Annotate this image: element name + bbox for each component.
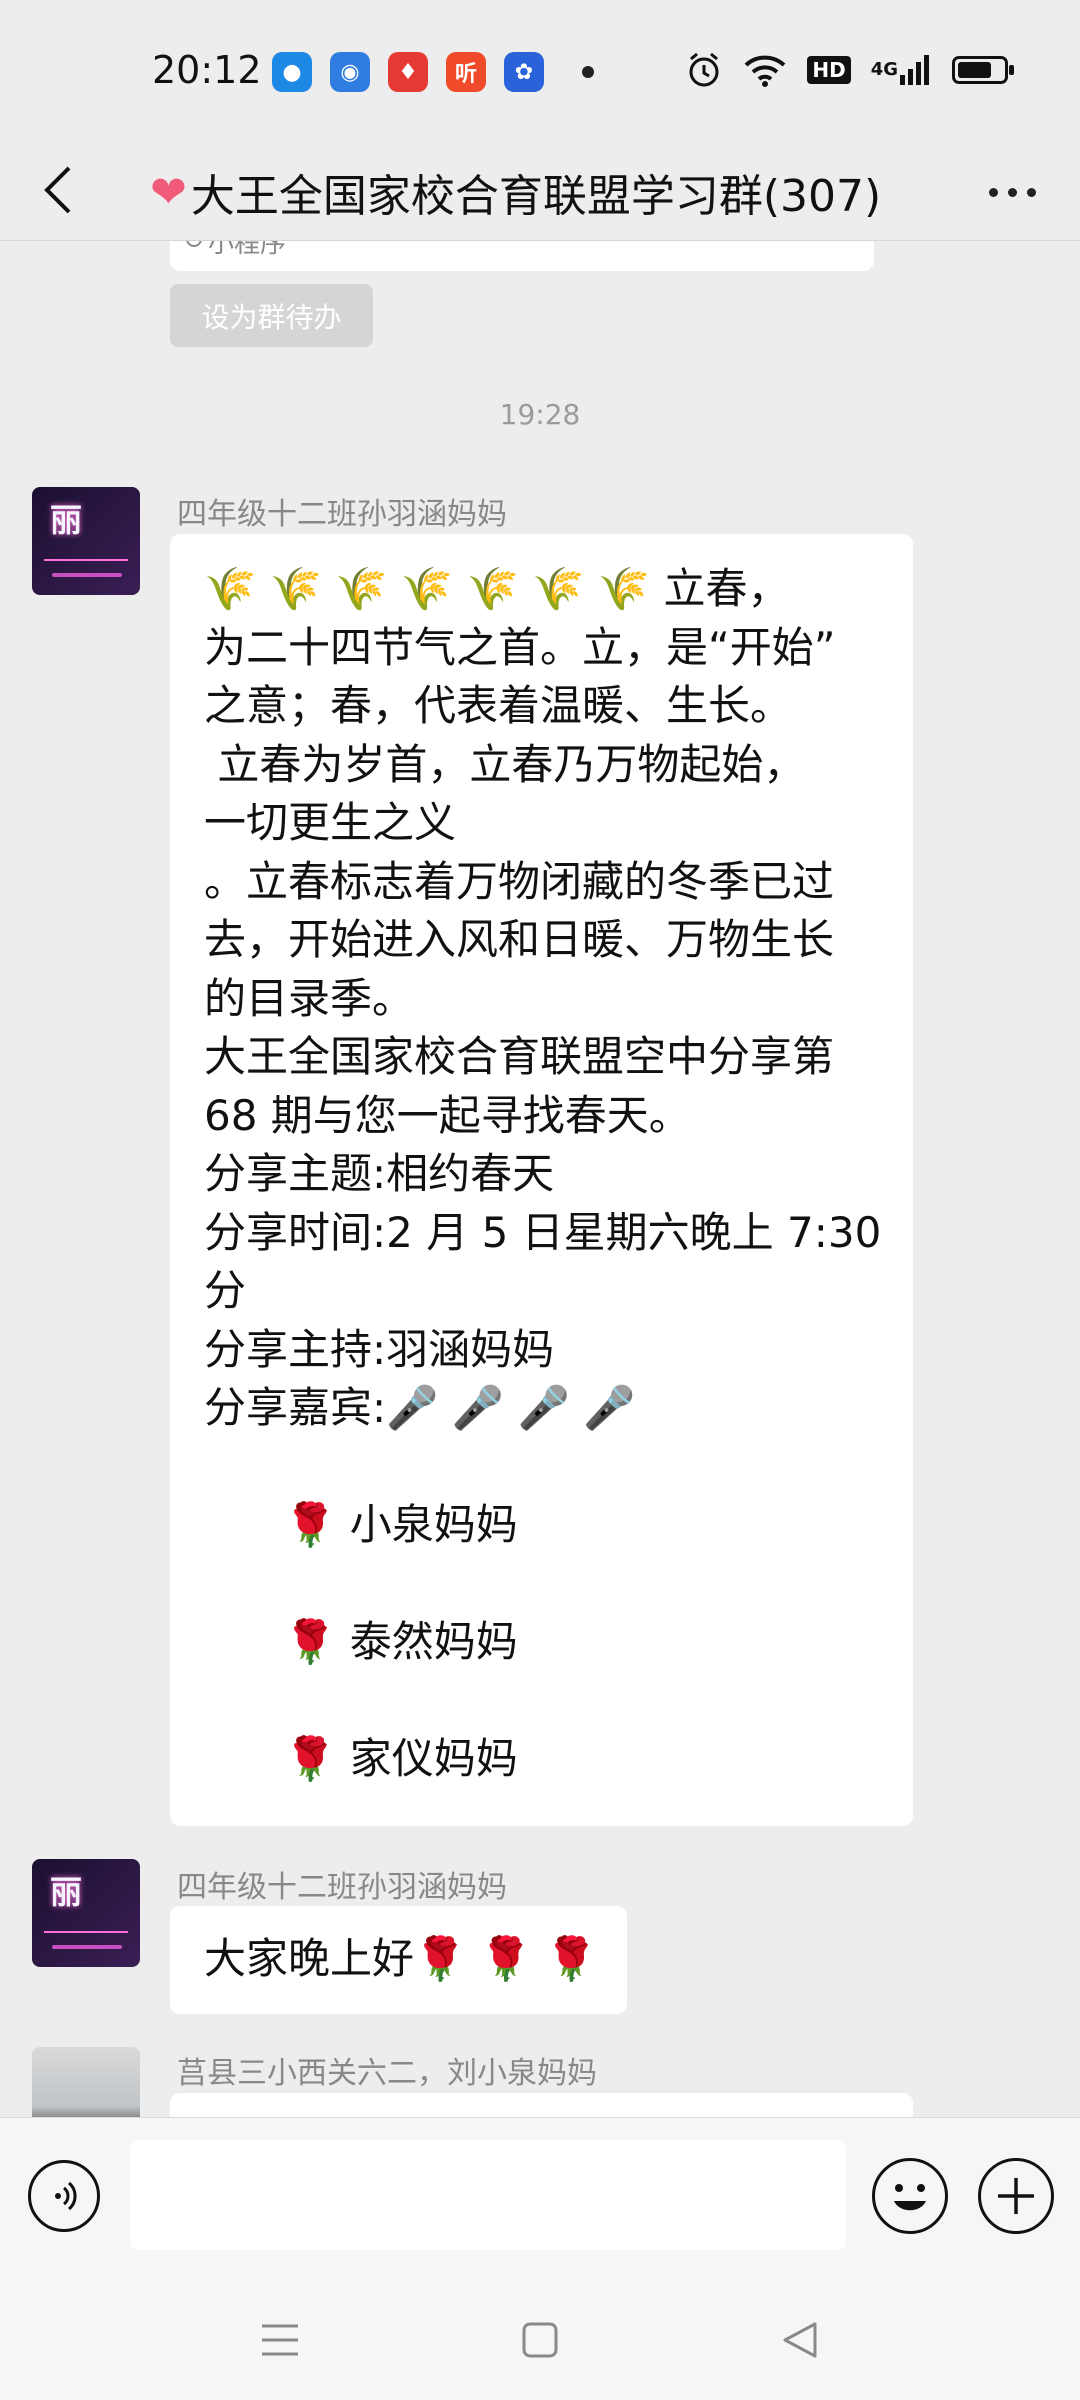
message-text: 大家晚上好🌹 🌹 🌹	[204, 1930, 598, 1989]
avatar-text: 丽	[50, 1873, 83, 1911]
status-bar: 20:12 ● ◉ ♦ 听 ✿ HD 4G	[0, 0, 1080, 140]
time-divider: 19:28	[499, 398, 581, 431]
message-bubble[interactable]: 🌾 🌾 🌾 🌾 🌾 🌾 🌾 立春， 为二十四节气之首。立，是“开始” 之意；春，代表…	[170, 534, 913, 1826]
message-bubble[interactable]: 大家晚上好🌹 🌹 🌹	[170, 1906, 627, 2014]
home-nav-button[interactable]	[510, 2315, 570, 2365]
chevron-left-icon	[44, 166, 71, 214]
mini-program-icon	[186, 241, 202, 247]
message-line: 分享时间:2 月 5 日星期六晚上 7:30	[204, 1207, 882, 1257]
hd-icon: HD	[807, 50, 851, 90]
back-nav-button[interactable]	[770, 2315, 830, 2365]
message-line: 分享嘉宾:🎤 🎤 🎤 🎤	[204, 1383, 636, 1432]
emoji-button[interactable]	[872, 2158, 948, 2234]
alarm-icon	[685, 50, 723, 90]
avatar-text: 丽	[50, 501, 83, 539]
message-line: 一切更生之义	[204, 798, 457, 847]
message-text: 🌾 🌾 🌾 🌾 🌾 🌾 🌾 立春， 为二十四节气之首。立，是“开始” 之意；春，代表…	[204, 560, 881, 1789]
message-input[interactable]	[130, 2140, 846, 2250]
sender-name: 四年级十二班孙羽涵妈妈	[177, 497, 507, 532]
chat-header: ❤ 大王全国家校合育联盟学习群(307)	[0, 140, 1080, 241]
input-bar	[0, 2117, 1080, 2278]
message-line: 为二十四节气之首。立，是“开始”	[204, 622, 836, 672]
menu-icon	[262, 2324, 298, 2356]
square-icon	[522, 2322, 558, 2358]
message-line: 。立春标志着万物闭藏的冬季已过	[204, 856, 835, 906]
smiley-icon	[894, 2184, 926, 2211]
back-button[interactable]	[28, 160, 88, 220]
more-actions-button[interactable]	[978, 2158, 1054, 2234]
group-name: 大王全国家校合育联盟学习群(307)	[190, 171, 882, 222]
listen-app-icon: 听	[446, 52, 486, 92]
avatar[interactable]: 丽	[32, 487, 140, 595]
message-line: 分享主题:相约春天	[204, 1149, 555, 1198]
triangle-back-icon	[783, 2322, 817, 2358]
message-line: 大家晚上好🌹 🌹 🌹	[204, 1934, 598, 1983]
map-app-icon: ◉	[330, 52, 370, 92]
message-line: 分	[204, 1266, 247, 1315]
mini-program-label: 小程序	[208, 241, 287, 259]
mini-program-card[interactable]: 小程序	[170, 241, 874, 271]
avatar[interactable]: 丽	[32, 1859, 140, 1967]
sender-name: 四年级十二班孙羽涵妈妈	[177, 1870, 507, 1905]
wifi-icon	[743, 50, 787, 90]
blue-circle-app-icon: ●	[272, 52, 312, 92]
sender-name: 莒县三小西关六二，刘小泉妈妈	[177, 2056, 597, 2091]
message-line	[204, 1555, 881, 1614]
message-line: 大王全国家校合育联盟空中分享第	[204, 1032, 835, 1081]
set-group-todo-button[interactable]: 设为群待办	[170, 284, 373, 347]
page-title: ❤ 大王全国家校合育联盟学习群(307)	[150, 160, 881, 224]
location-app-icon: ♦	[388, 52, 428, 92]
voice-icon	[55, 2181, 77, 2211]
message-line: 🌹 家仪妈妈	[204, 1734, 518, 1783]
message-line: 之意；春，代表着温暖、生长。	[204, 681, 793, 730]
chat-message-list[interactable]: 小程序 设为群待办 19:28 丽 四年级十二班孙羽涵妈妈 🌾 🌾 🌾 🌾 🌾 …	[0, 241, 1080, 2117]
baidu-app-icon: ✿	[504, 52, 544, 92]
voice-input-button[interactable]	[28, 2160, 100, 2232]
message-line: 🌹 小泉妈妈	[204, 1500, 518, 1549]
more-options-button[interactable]	[972, 164, 1052, 220]
message-line: 分享主持:羽涵妈妈	[204, 1324, 555, 1374]
battery-icon	[952, 50, 1014, 90]
message-line	[204, 1672, 881, 1731]
heart-icon: ❤	[150, 166, 187, 218]
status-indicators: HD 4G	[685, 50, 1014, 90]
status-app-icons: ● ◉ ♦ 听 ✿	[272, 52, 594, 92]
more-dots-icon	[988, 187, 998, 197]
message-line: 的目录季。	[204, 973, 415, 1023]
message-line: 🌾 🌾 🌾 🌾 🌾 🌾 🌾 立春，	[204, 564, 790, 613]
signal-icon: 4G	[871, 50, 932, 90]
plus-icon	[998, 2178, 1034, 2214]
message-bubble[interactable]	[170, 2093, 913, 2117]
more-notifications-dot-icon	[582, 66, 594, 78]
menu-nav-button[interactable]	[250, 2315, 310, 2365]
system-navigation-bar	[0, 2277, 1080, 2400]
message-line: 去，开始进入风和日暖、万物生长	[204, 915, 835, 964]
message-line: 🌹 泰然妈妈	[204, 1617, 518, 1666]
network-type-label: 4G	[870, 59, 898, 80]
message-line: 68 期与您一起寻找春天。	[204, 1090, 691, 1140]
message-line	[204, 1438, 881, 1497]
message-line: 立春为岁首，立春乃万物起始，	[204, 739, 806, 789]
status-time: 20:12	[152, 48, 262, 92]
avatar[interactable]	[32, 2047, 140, 2117]
